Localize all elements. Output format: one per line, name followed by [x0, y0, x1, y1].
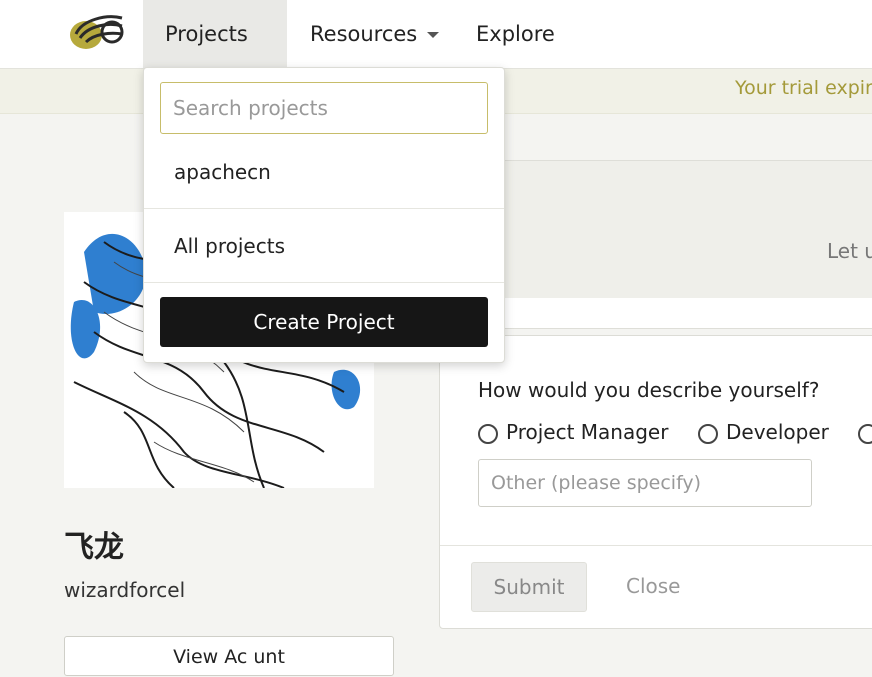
caret-down-icon — [427, 32, 440, 38]
info-card-text: Let u — [827, 239, 872, 263]
dropdown-project-item[interactable]: apachecn — [174, 160, 271, 184]
info-card: Let u — [496, 160, 872, 299]
nav-explore-label: Explore — [476, 22, 555, 46]
dropdown-divider — [144, 208, 504, 209]
nav-projects[interactable]: Projects — [143, 0, 287, 106]
radio-label-developer: Developer — [726, 420, 829, 444]
survey-divider — [440, 545, 872, 546]
trial-banner-text: Your trial expire — [735, 77, 872, 99]
survey-question: How would you describe yourself? — [478, 378, 820, 402]
nav-projects-label: Projects — [165, 22, 248, 46]
nav-resources-label: Resources — [310, 22, 418, 46]
nav-explore[interactable]: Explore — [454, 0, 577, 68]
info-card-footer — [496, 298, 872, 329]
close-link[interactable]: Close — [626, 574, 680, 598]
other-specify-input[interactable] — [478, 459, 812, 507]
radio-developer[interactable] — [698, 424, 718, 444]
create-project-button[interactable]: Create Project — [160, 297, 488, 347]
search-projects-input[interactable] — [160, 82, 488, 134]
submit-button[interactable]: Submit — [471, 562, 587, 612]
survey-card: How would you describe yourself? Project… — [439, 335, 872, 629]
dropdown-divider — [144, 282, 504, 283]
view-account-button[interactable]: View Ac unt — [64, 636, 394, 676]
site-logo[interactable] — [66, 12, 124, 54]
radio-label-project-manager: Project Manager — [506, 420, 669, 444]
all-projects-link[interactable]: All projects — [174, 234, 285, 258]
radio-other-option[interactable] — [858, 424, 872, 444]
top-nav: Projects Resources Explore — [0, 0, 872, 106]
profile-username: wizardforcel — [64, 578, 186, 602]
profile-display-name: 飞龙 — [64, 530, 124, 565]
nav-resources[interactable]: Resources — [288, 0, 461, 68]
radio-project-manager[interactable] — [478, 424, 498, 444]
projects-dropdown: apachecn All projects Create Project — [143, 67, 505, 363]
